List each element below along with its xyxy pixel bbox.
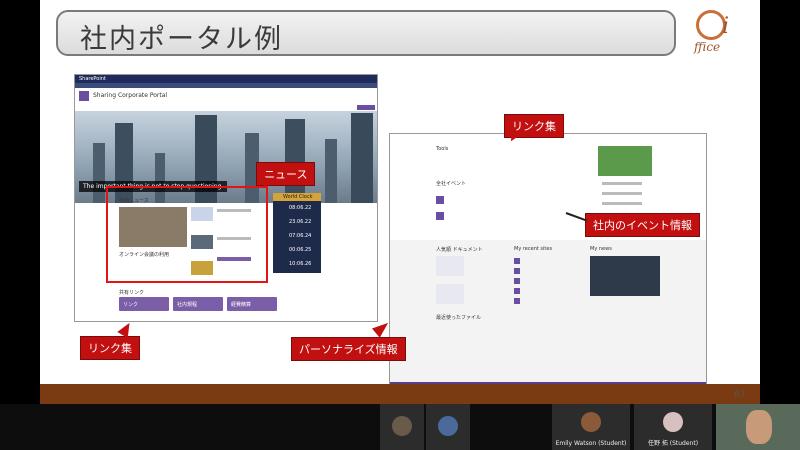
portal-screenshot-right: Tools 全社イベント 人気順 ドキュメント My recent sites … [389,133,707,387]
participant-avatar-2 [438,416,458,436]
tools-label: Tools [436,146,449,152]
callout-events: 社内のイベント情報 [585,213,700,237]
my-news-image[interactable] [590,256,660,296]
right-letterbox [760,0,800,404]
link-button-2[interactable]: 社内規程 [173,297,223,311]
slide-footer-strip [40,384,760,404]
clock-time-2: 23.06.22 [289,219,312,225]
hub-nav [75,83,377,88]
participant-tile-4[interactable]: 任野 拓 (Student) [634,404,712,450]
participant-name-4: 任野 拓 (Student) [647,440,699,447]
link-button-3[interactable]: 経費精算 [227,297,277,311]
recent-files-heading: 最近使ったファイル [436,315,482,321]
participant-avatar-1 [392,416,412,436]
site-title: Sharing Corporate Portal [93,92,168,99]
popular-docs-heading: 人気順 ドキュメント [436,247,483,253]
doc-thumb-2[interactable] [436,284,464,304]
links-heading: 共有リンク [119,290,145,296]
my-news-heading: My news [590,246,612,252]
clock-time-3: 07:06.24 [289,233,312,239]
clock-time-1: 08:06.22 [289,205,312,211]
self-video-tile[interactable] [716,404,800,450]
world-clock-title: World Clock [283,194,313,200]
participant-avatar-4 [663,412,683,432]
news-highlight-box [106,186,268,283]
participant-name-3: Emily Watson (Student) [555,440,627,447]
doc-thumb-1[interactable] [436,256,464,276]
participant-strip: Emily Watson (Student) 任野 拓 (Student) [0,404,800,450]
recent-sites-heading: My recent sites [514,246,553,252]
callout-personalize: パーソナライズ情報 [291,337,406,361]
site-logo-icon [79,91,89,101]
slide-title-box: 社内ポータル例 [56,10,676,56]
page-number: 67 [734,390,746,400]
event-icon-1[interactable] [436,196,444,204]
participant-avatar-3 [581,412,601,432]
logo-text: ffice [694,40,721,54]
follow-button[interactable] [357,105,375,110]
link-button-1[interactable]: リンク [119,297,169,311]
callout-links-bottom: リンク集 [80,336,140,360]
slide-title: 社内ポータル例 [80,24,283,55]
suite-bar [75,75,377,83]
event-icon-2[interactable] [436,212,444,220]
participant-tile-3[interactable]: Emily Watson (Student) [552,404,630,450]
app-name: SharePoint [79,76,106,82]
clock-time-4: 00:06.25 [289,247,312,253]
participant-tile-2[interactable] [426,404,470,450]
participant-tile-1[interactable] [380,404,424,450]
self-avatar [746,410,772,444]
clock-time-5: 10:06.26 [289,261,312,267]
logo-letter: i [722,14,730,39]
banner-image[interactable] [598,146,652,176]
left-letterbox [0,0,40,404]
world-clock-widget: World Clock 08:06.22 23.06.22 07:06.24 0… [273,193,321,273]
events-heading: 全社イベント [436,181,467,187]
office-i-logo: i ffice [692,10,748,58]
